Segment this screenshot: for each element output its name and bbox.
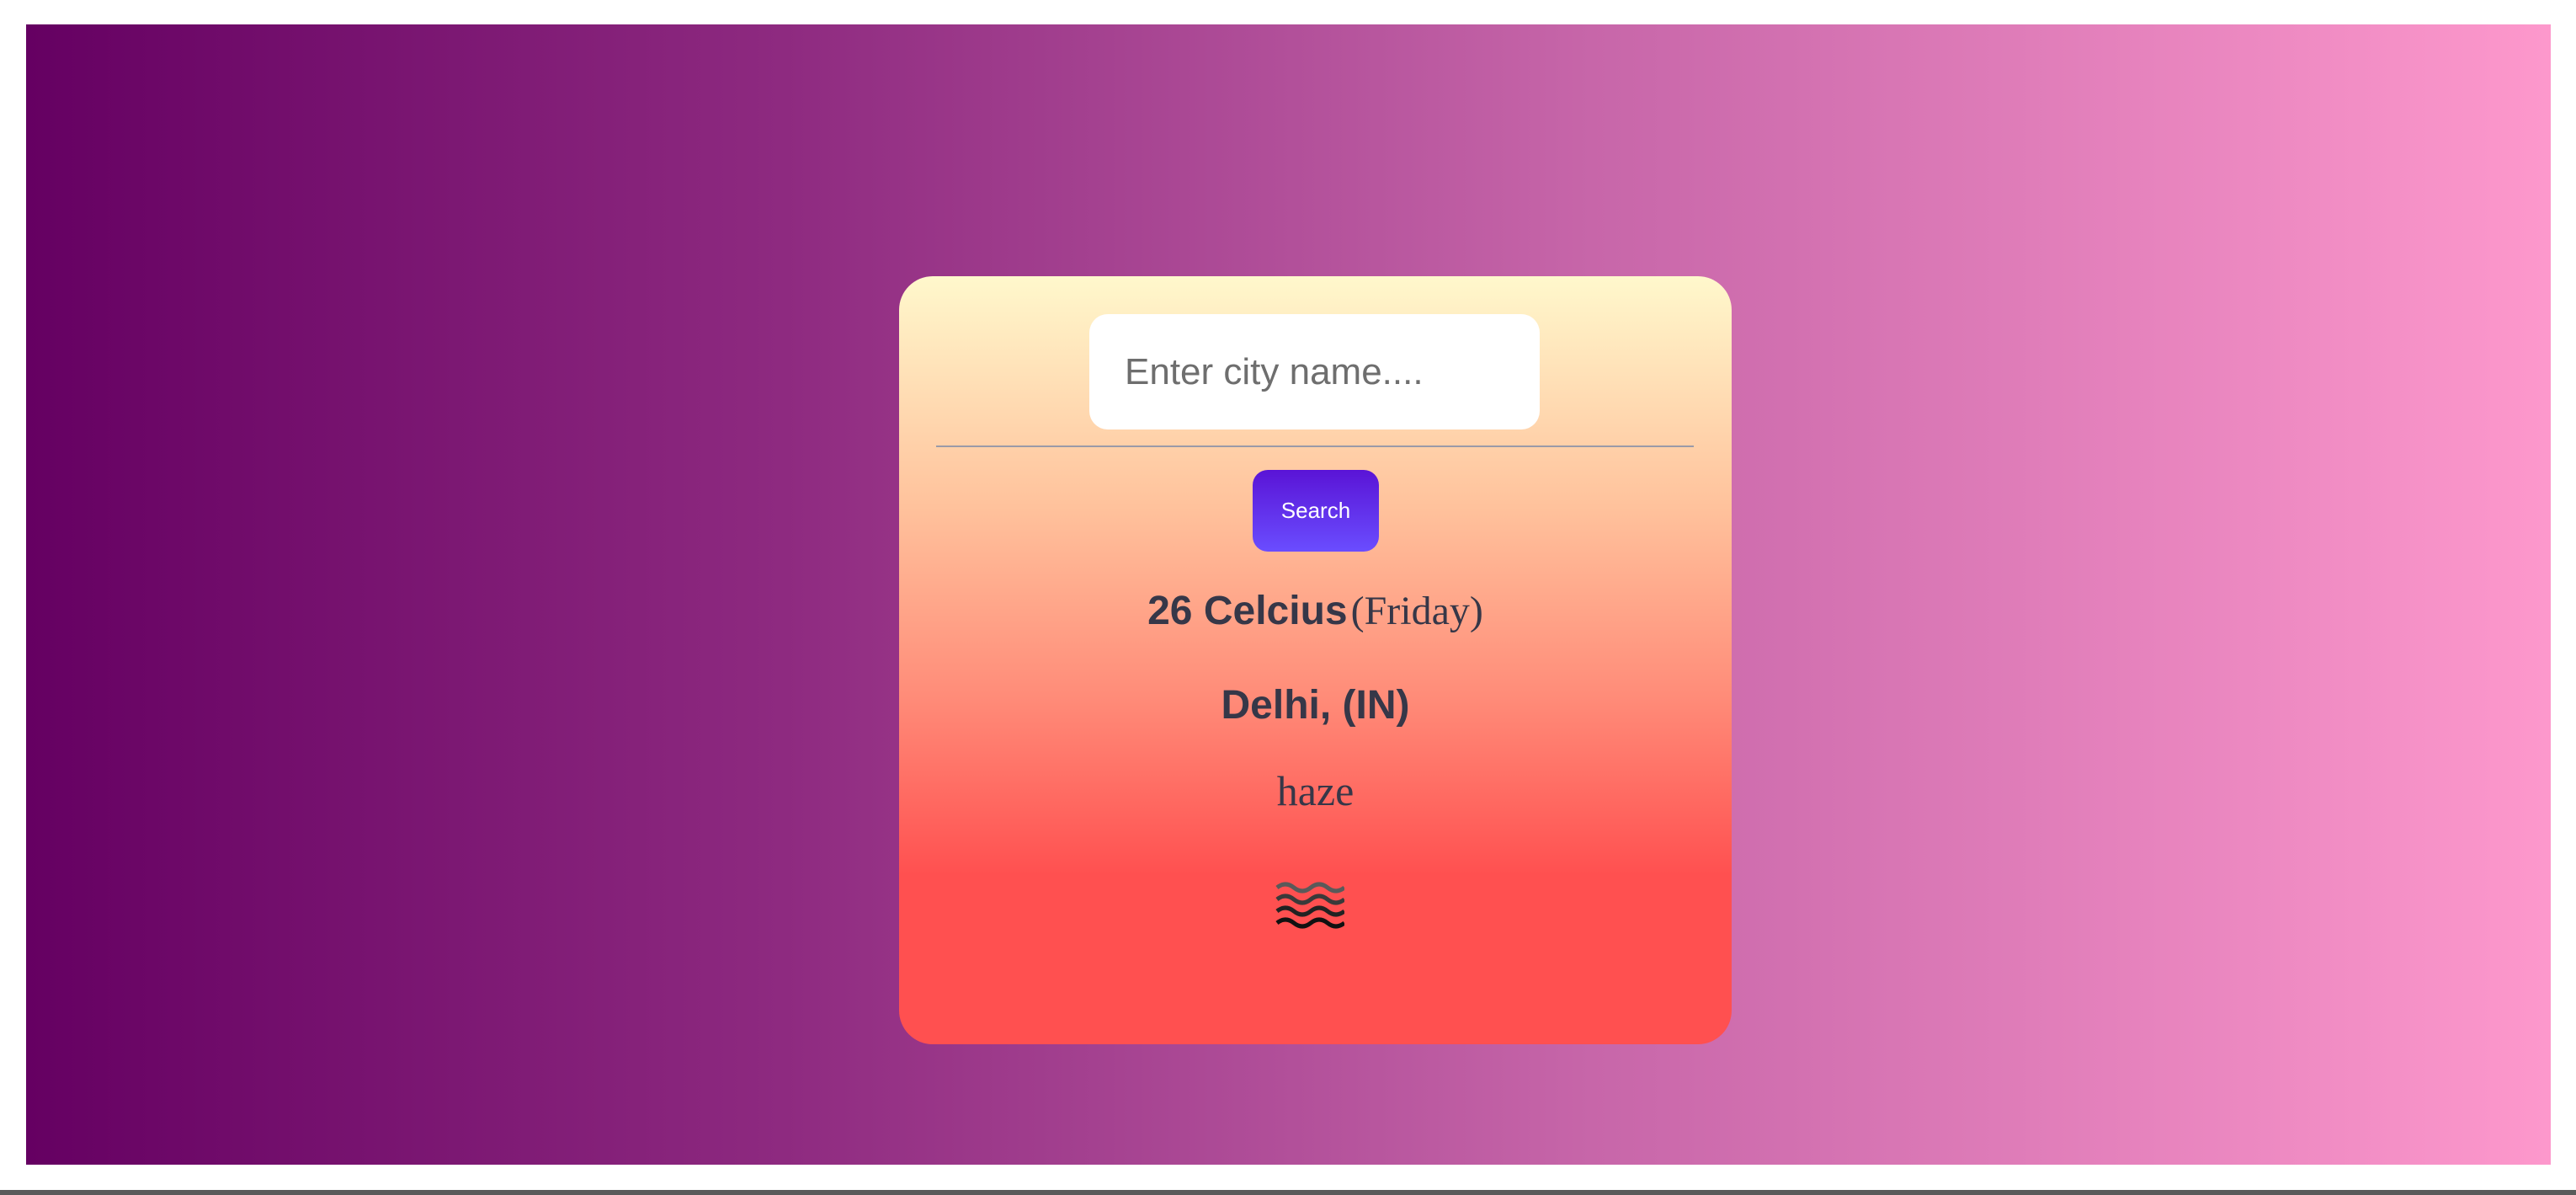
page-background: Search 26 Celcius (Friday) Delhi, (IN) h… bbox=[26, 24, 2551, 1165]
divider bbox=[936, 445, 1694, 447]
weather-card: Search 26 Celcius (Friday) Delhi, (IN) h… bbox=[899, 276, 1732, 1044]
bottom-border bbox=[0, 1190, 2576, 1195]
city-search-input[interactable] bbox=[1089, 314, 1540, 429]
search-button[interactable]: Search bbox=[1253, 470, 1379, 552]
temperature-value: 26 Celcius bbox=[1147, 589, 1348, 633]
location-label: Delhi, (IN) bbox=[1221, 683, 1410, 728]
day-label: (Friday) bbox=[1350, 589, 1483, 633]
temperature-line: 26 Celcius (Friday) bbox=[899, 588, 1732, 634]
weather-condition: haze bbox=[1276, 767, 1355, 814]
haze-icon bbox=[1275, 882, 1344, 929]
